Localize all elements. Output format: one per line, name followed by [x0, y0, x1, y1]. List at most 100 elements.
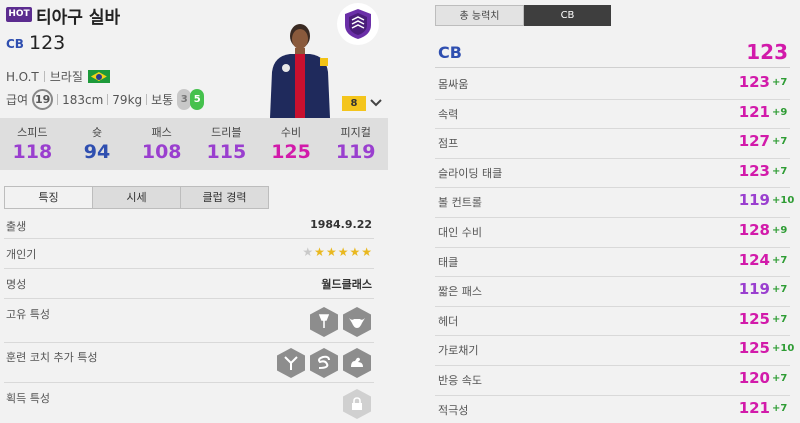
attribute-label: 반응 속도 [438, 374, 482, 387]
stat-label: 수비 [280, 126, 302, 139]
player-meta-line2: 급여 19 183cm 79kg 보통 3 5 [6, 89, 205, 110]
stat-dribbling: 드리블 115 [194, 118, 259, 170]
stat-label: 스피드 [17, 126, 48, 139]
stat-value: 118 [12, 141, 53, 163]
attribute-label: 속력 [438, 107, 459, 121]
tab-total-stats[interactable]: 총 능력치 [435, 5, 524, 26]
tab-club-history[interactable]: 클럽 경력 [181, 187, 268, 208]
attribute-view-tabs: 총 능력치 CB [435, 5, 611, 26]
attribute-bonus: +7 [772, 313, 788, 325]
player-name: 티아구 실바 [36, 8, 121, 28]
attribute-row: 볼 컨트롤 119 +10 [435, 188, 794, 218]
birth-date: 1984.9.22 [310, 218, 372, 231]
info-row-reputation: 명성 월드클래스 [4, 272, 374, 299]
trait-snake-icon[interactable] [310, 348, 338, 378]
stat-label: 피지컬 [340, 126, 371, 139]
stat-physical: 피지컬 119 [323, 118, 388, 170]
player-panel: HOT 티아구 실바 CB 123 H.O.T 브라질 급여 19 183cm … [0, 0, 388, 423]
attribute-value: 123 [738, 73, 770, 91]
tab-features[interactable]: 특징 [5, 187, 93, 208]
divider [146, 94, 148, 105]
lock-icon [343, 389, 371, 419]
attribute-value: 127 [738, 132, 770, 151]
stat-label: 패스 [151, 126, 172, 139]
season-badge: HOT [6, 7, 32, 22]
info-label: 획득 특성 [6, 392, 50, 405]
attribute-label: 볼 컨트롤 [438, 196, 482, 210]
attribute-bonus: +7 [772, 284, 788, 296]
upgrade-level[interactable]: 8 [342, 96, 366, 111]
star-icon: ★ [337, 245, 349, 259]
tab-position-cb[interactable]: CB [524, 5, 611, 26]
attribute-label: 슬라이딩 태클 [438, 166, 503, 180]
attribute-bonus: +7 [772, 373, 788, 384]
info-label: 명성 [6, 278, 27, 291]
pay-badge: 19 [32, 89, 54, 110]
attribute-value: 120 [738, 369, 770, 387]
attribute-value: 128 [738, 221, 770, 239]
position-label: CB [6, 37, 24, 51]
attribute-value: 123 [738, 161, 770, 180]
info-row-acquired-traits: 획득 특성 [4, 386, 374, 423]
attribute-label: 점프 [438, 137, 459, 151]
trait-leader-icon[interactable] [310, 307, 338, 337]
info-row-coach-traits: 훈련 코치 추가 특성 [4, 345, 374, 383]
star-icon: ★ [361, 245, 372, 259]
height: 183cm [62, 92, 104, 107]
attribute-label: 가로채기 [438, 344, 479, 358]
chevron-down-icon[interactable] [369, 96, 383, 110]
info-tabs: 특징 시세 클럽 경력 [4, 186, 269, 209]
info-label: 고유 특성 [6, 308, 50, 321]
divider [57, 94, 59, 105]
attribute-label: 헤더 [438, 314, 459, 328]
attribute-row: 몸싸움 123 +7 [435, 70, 790, 100]
popularity-stars: ★ ★ ★ ★ ★ ★ [302, 245, 372, 259]
player-photo [270, 24, 330, 118]
overall-rating: 123 [29, 32, 66, 54]
attribute-value: 125 [738, 309, 770, 328]
attribute-row: 헤더 125 +7 [435, 307, 790, 337]
stat-value: 94 [83, 141, 111, 163]
trait-bull-icon[interactable] [343, 307, 371, 337]
weak-foot-badge: 3 [177, 89, 192, 110]
position-label: CB [438, 43, 462, 62]
pay-label: 급여 [6, 93, 29, 107]
attribute-bonus: +7 [772, 402, 788, 414]
attribute-bonus: +10 [772, 195, 795, 207]
position-overall-header: CB 123 [435, 40, 790, 68]
info-row-traits: 고유 특성 [4, 302, 374, 343]
attribute-bonus: +9 [772, 106, 788, 118]
attribute-value: 119 [738, 280, 770, 299]
nationality: 브라질 [49, 70, 83, 84]
trait-stretch-icon[interactable] [277, 348, 305, 378]
tab-market-price[interactable]: 시세 [93, 187, 181, 208]
attribute-row: 반응 속도 120 +7 [435, 366, 790, 396]
attribute-row: 슬라이딩 태클 123 +7 [435, 159, 790, 189]
info-label: 훈련 코치 추가 특성 [6, 351, 98, 364]
stat-passing: 패스 108 [129, 118, 194, 170]
attribute-bonus: +7 [772, 254, 788, 266]
attribute-row: 태클 124 +7 [435, 248, 790, 278]
attribute-bonus: +7 [772, 165, 788, 177]
club-logo [337, 3, 379, 45]
attribute-value: 121 [738, 102, 770, 121]
position-overall: 123 [746, 40, 788, 64]
attribute-bonus: +7 [772, 77, 788, 88]
attribute-row: 대인 수비 128 +9 [435, 218, 790, 248]
stat-value: 115 [206, 141, 247, 163]
attribute-row: 점프 127 +7 [435, 129, 790, 159]
attribute-value: 121 [738, 398, 770, 417]
info-row-birth: 출생 1984.9.22 [4, 214, 374, 239]
attribute-label: 적극성 [438, 403, 469, 417]
attribute-bonus: +10 [772, 343, 795, 355]
attribute-row: 가로채기 125 +10 [435, 336, 794, 366]
star-icon: ★ [314, 245, 325, 259]
season-name: H.O.T [6, 69, 39, 84]
stat-value: 108 [141, 141, 182, 163]
stat-label: 드리블 [211, 126, 242, 139]
attribute-value: 124 [738, 250, 770, 269]
stat-label: 슛 [91, 126, 103, 139]
info-label: 개인기 [6, 248, 37, 261]
stat-speed: 스피드 118 [0, 118, 65, 170]
trait-muscle-icon[interactable] [343, 348, 371, 378]
